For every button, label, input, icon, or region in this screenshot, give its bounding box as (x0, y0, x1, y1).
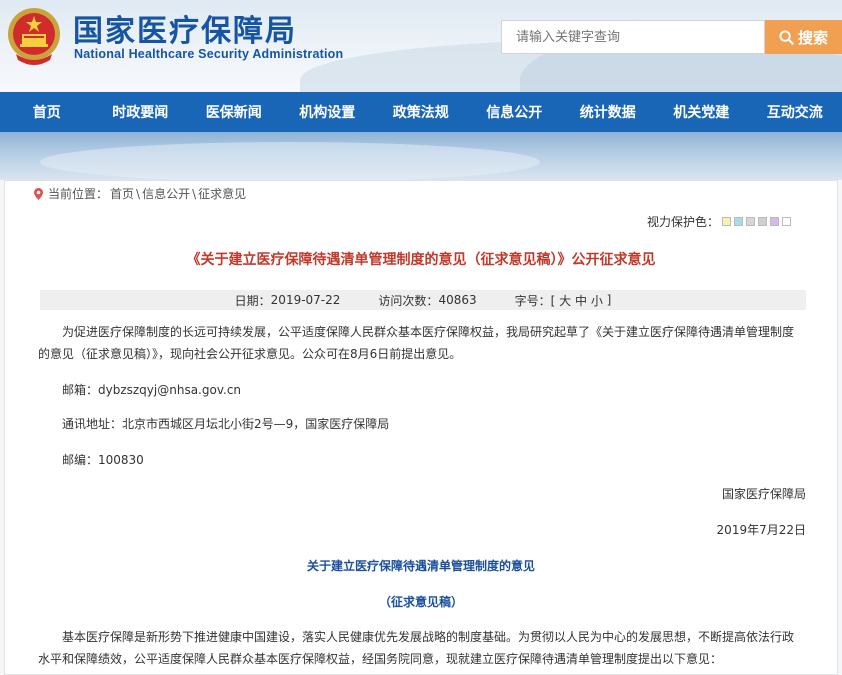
intro-paragraph-line2: 的意见（征求意见稿）》，现向社会公开征求意见。公众可在8月6日前提出意见。 (38, 347, 462, 361)
site-logo-cn[interactable]: 国家医疗保障局 (73, 6, 297, 50)
body-paragraph-line1: 基本医疗保障是新形势下推进健康中国建设，落实人民健康优先发展战略的制度基础。为贯… (62, 630, 795, 644)
nav-item-statistics[interactable]: 统计数据 (561, 92, 655, 132)
nav-item-organization[interactable]: 机构设置 (281, 92, 375, 132)
nav-item-healthcare-news[interactable]: 医保新闻 (187, 92, 281, 132)
date-label: 日期： (234, 293, 271, 308)
nav-item-home[interactable]: 首页 (0, 92, 94, 132)
font-size-label: 字号：[ (514, 293, 560, 308)
color-swatch-yellow[interactable] (722, 217, 732, 226)
nav-item-policies[interactable]: 政策法规 (374, 92, 468, 132)
document-title: 关于建立医疗保障待遇清单管理制度的意见 (306, 559, 535, 573)
intro-paragraph-line1: 为促进医疗保障制度的长远可持续发展，公平适度保障人民群众基本医疗保障权益，我局研… (62, 325, 795, 339)
color-swatch-blue[interactable] (734, 217, 744, 226)
color-swatch-gray[interactable] (746, 217, 756, 226)
font-size-large[interactable]: 大 (559, 292, 571, 309)
search-button-label: 搜索 (797, 28, 828, 47)
site-logo-en[interactable]: National Healthcare Security Administrat… (74, 47, 343, 61)
main-nav: 首页 时政要闻 医保新闻 机构设置 政策法规 信息公开 统计数据 机关党建 互动… (0, 92, 842, 132)
nav-item-interaction[interactable]: 互动交流 (748, 92, 842, 132)
body-paragraph-line2: 水平和保障绩效，公平适度保障人民群众基本医疗保障权益，经国务院同意，现就建立医疗… (38, 652, 723, 666)
visit-count: 40863 (438, 293, 477, 307)
breadcrumb-separator: \ (192, 186, 197, 201)
font-size-end: ] (602, 293, 612, 307)
breadcrumb-home[interactable]: 首页 (110, 185, 134, 202)
signature-date: 2019年7月22日 (716, 523, 806, 537)
search-button[interactable]: 搜索 (765, 20, 842, 54)
color-swatch-purple[interactable] (770, 217, 780, 226)
font-size-medium[interactable]: 中 (575, 292, 587, 309)
search-input[interactable] (501, 20, 765, 54)
breadcrumb-section[interactable]: 信息公开 (142, 185, 190, 202)
breadcrumb-current[interactable]: 征求意见 (198, 185, 246, 202)
location-pin-icon (34, 187, 43, 200)
breadcrumb-separator: \ (136, 186, 141, 201)
contact-address: 通讯地址：北京市西城区月坛北小街2号—9，国家医疗保障局 (62, 417, 390, 431)
contact-postcode: 邮编：100830 (62, 453, 144, 467)
nav-item-info-disclosure[interactable]: 信息公开 (468, 92, 562, 132)
eye-care-label: 视力保护色： (647, 215, 720, 229)
color-swatch-lightgray[interactable] (758, 217, 768, 226)
sky-decoration (0, 132, 842, 180)
signature-org: 国家医疗保障局 (721, 487, 806, 501)
national-emblem-icon (8, 8, 60, 65)
search-icon (779, 29, 794, 45)
nav-item-current-affairs[interactable]: 时政要闻 (94, 92, 188, 132)
visits-label: 访问次数： (378, 293, 439, 308)
article-meta-bar: 日期： 2019-07-22 访问次数： 40863 字号：[ 大 中 小 ] (40, 290, 806, 310)
eye-care-color-picker: 视力保护色： (647, 213, 792, 230)
document-subtitle: （征求意见稿） (378, 595, 463, 609)
contact-email: 邮箱：dybzszqyj@nhsa.gov.cn (62, 383, 242, 397)
color-swatch-white[interactable] (782, 217, 792, 226)
article-date: 2019-07-22 (270, 293, 341, 307)
article-title: 《关于建立医疗保障待遇清单管理制度的意见（征求意见稿）》公开征求意见 (186, 252, 656, 268)
nav-item-party-building[interactable]: 机关党建 (655, 92, 749, 132)
cloud-decoration (40, 142, 540, 180)
breadcrumb: 当前位置： 首页 \ 信息公开 \ 征求意见 (34, 185, 246, 202)
header-banner: 国家医疗保障局 National Healthcare Security Adm… (0, 0, 842, 92)
breadcrumb-prefix: 当前位置： (48, 187, 109, 201)
font-size-small[interactable]: 小 (591, 292, 603, 309)
